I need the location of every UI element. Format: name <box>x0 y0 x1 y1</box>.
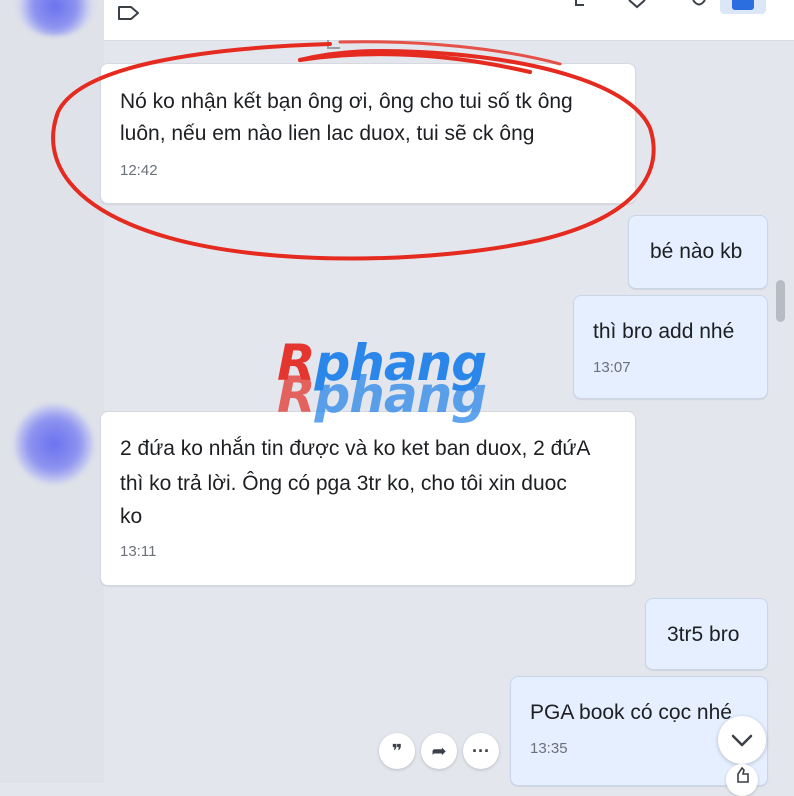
incoming-message-bubble[interactable]: Nó ko nhận kết bạn ông ơi, ông cho tui s… <box>100 63 636 204</box>
reply-icon[interactable] <box>322 36 346 56</box>
forward-button[interactable]: ➦ <box>421 733 457 769</box>
header-active-icon <box>732 0 754 10</box>
like-icon <box>737 766 749 783</box>
watermark-letter: R <box>277 366 316 424</box>
quote-icon: ❞ <box>391 740 403 761</box>
message-text: bé nào kb <box>650 240 743 263</box>
header-icon[interactable] <box>628 0 646 10</box>
message-time: 12:42 <box>120 162 158 179</box>
outgoing-message-bubble[interactable]: 3tr5 bro <box>645 598 768 670</box>
message-text: luôn, nếu em nào lien lac duox, tui sẽ c… <box>120 122 535 145</box>
forward-icon: ➦ <box>431 740 447 761</box>
message-text: thì ko trả lời. Ông có pga 3tr ko, cho t… <box>120 472 567 495</box>
watermark-text: phang <box>314 366 488 424</box>
conversation-list-strip <box>0 0 104 783</box>
header-icon[interactable] <box>574 0 592 10</box>
like-button[interactable] <box>726 764 758 796</box>
message-text: PGA book có cọc nhé <box>530 701 732 724</box>
tag-icon[interactable] <box>116 2 142 24</box>
watermark-logo: Rphang Rphang <box>277 334 527 424</box>
outgoing-message-bubble[interactable]: bé nào kb <box>628 215 768 289</box>
more-icon: ··· <box>472 740 490 761</box>
message-text: 3tr5 bro <box>667 623 740 646</box>
chevron-down-icon <box>731 734 753 747</box>
avatar[interactable] <box>14 404 94 484</box>
watermark-line: Rphang <box>277 366 488 424</box>
header-active-button[interactable] <box>720 0 766 14</box>
message-time: 13:07 <box>593 359 631 376</box>
quote-button[interactable]: ❞ <box>379 733 415 769</box>
scrollbar-thumb[interactable] <box>776 280 785 322</box>
message-text: Nó ko nhận kết bạn ông ơi, ông cho tui s… <box>120 90 573 113</box>
message-text: 2 đứa ko nhắn tin được và ko ket ban duo… <box>120 437 591 460</box>
message-time: 13:35 <box>530 740 568 757</box>
message-text: thì bro add nhé <box>593 320 735 343</box>
more-options-button[interactable]: ··· <box>463 733 499 769</box>
scroll-to-bottom-button[interactable] <box>718 716 766 764</box>
header-icon[interactable] <box>690 0 708 10</box>
outgoing-message-bubble[interactable]: thì bro add nhé 13:07 <box>573 295 768 399</box>
message-text: ko <box>120 505 143 528</box>
incoming-message-bubble[interactable]: 2 đứa ko nhắn tin được và ko ket ban duo… <box>100 411 636 586</box>
message-time: 13:11 <box>120 543 157 560</box>
chat-area: Nó ko nhận kết bạn ông ơi, ông cho tui s… <box>0 0 794 796</box>
